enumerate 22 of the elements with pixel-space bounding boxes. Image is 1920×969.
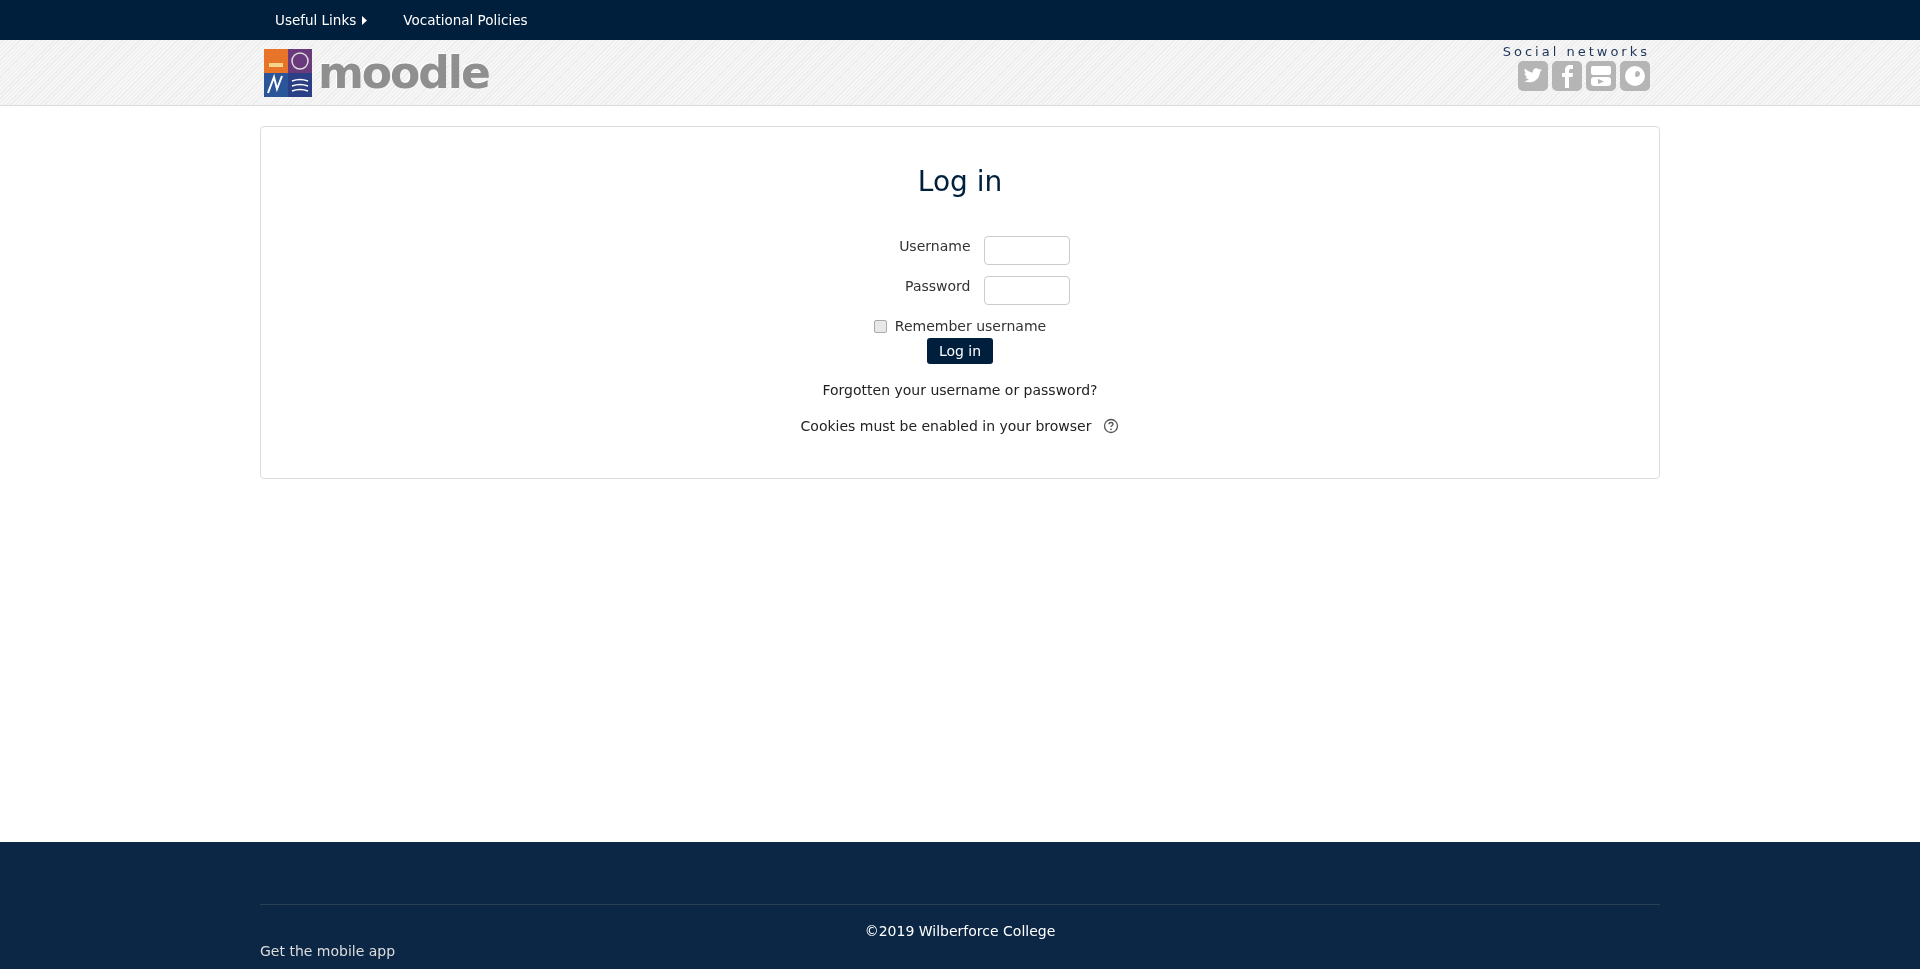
video-icon[interactable] (1586, 61, 1616, 91)
bird-icon[interactable] (1518, 61, 1548, 91)
crest-logo-icon[interactable] (264, 48, 312, 97)
field-label: Password (904, 277, 971, 294)
copyright-text: ©2019 Wilberforce College (864, 923, 1056, 939)
globe-icon[interactable] (1620, 61, 1650, 91)
login-button[interactable]: Log in (926, 338, 994, 364)
input-field[interactable] (983, 236, 1070, 265)
field-label: Username (898, 237, 971, 254)
facebook-icon[interactable] (1552, 61, 1582, 91)
help-icon[interactable] (1103, 418, 1120, 434)
nav-link[interactable]: Useful Links (275, 12, 368, 28)
cookies-note: Cookies must be enabled in your browser (800, 418, 1092, 434)
input-field[interactable] (983, 276, 1070, 305)
social-networks-title: Social networks (1502, 44, 1650, 59)
checkbox[interactable] (873, 319, 887, 333)
checkbox-label: Remember username (894, 318, 1047, 334)
forgot-password-link[interactable]: Forgotten your username or password? (822, 382, 1098, 398)
mobile-app-link[interactable]: Get the mobile app (260, 943, 396, 959)
page-title: Log in (917, 165, 1003, 198)
nav-link[interactable]: Vocational Policies (403, 12, 528, 28)
caret-icon (362, 15, 368, 25)
